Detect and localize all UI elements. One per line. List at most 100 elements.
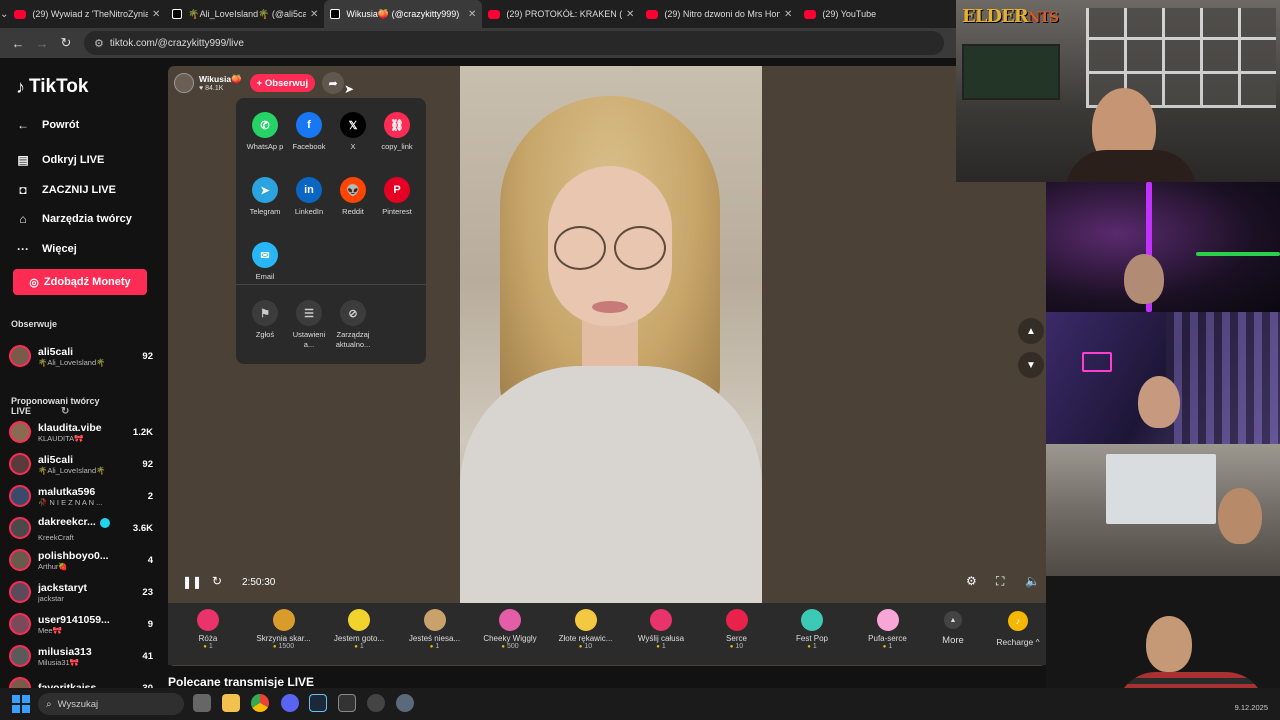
tab-search-icon[interactable]: ⌄ xyxy=(0,0,8,28)
live-video[interactable] xyxy=(460,66,762,603)
share-option[interactable]: ✆ WhatsAp p xyxy=(243,112,287,152)
chrome-icon[interactable] xyxy=(251,694,269,712)
user-list-item[interactable]: ali5cali 🌴Ali_LoveIsland🌴 92 xyxy=(9,448,153,480)
close-tab-icon[interactable]: ✕ xyxy=(152,9,160,20)
gift-more-button[interactable]: ▲ More xyxy=(938,611,968,646)
back-arrow-icon[interactable]: ← xyxy=(6,31,30,55)
sidebar-nav-item[interactable]: ← Powrót xyxy=(14,110,154,140)
next-live-icon[interactable]: ▼ xyxy=(1018,352,1044,378)
close-tab-icon[interactable]: ✕ xyxy=(784,9,792,20)
user-list-item[interactable]: jackstaryt jackstar 23 xyxy=(9,576,153,608)
recharge-button[interactable]: ♪ Recharge ^ xyxy=(993,611,1043,647)
browser-tab[interactable]: 🌴Ali_LoveIsland🌴 (@ali5cali) ✕ xyxy=(166,0,324,28)
gift-item[interactable]: Róża1 xyxy=(171,609,245,650)
settings-icon[interactable]: ⚙ xyxy=(966,574,977,588)
viewer-count: 41 xyxy=(142,650,153,662)
tiktok-note-icon: ♪ xyxy=(16,76,25,97)
file-explorer-icon[interactable] xyxy=(222,694,240,712)
get-coins-button[interactable]: ◎ Zdobądź Monety xyxy=(13,269,147,295)
user-list-item[interactable]: polishboyo0... Arthur🍓 4 xyxy=(9,544,153,576)
browser-tab[interactable]: (29) Wywiad z 'TheNitroZyniak' ✕ xyxy=(8,0,166,28)
avatar[interactable] xyxy=(9,645,31,667)
refresh-stream-icon[interactable]: ↻ xyxy=(212,574,222,588)
gift-item[interactable]: Pufa-serce1 xyxy=(851,609,925,650)
share-option[interactable]: 👽 Reddit xyxy=(331,177,375,217)
avatar[interactable] xyxy=(9,485,31,507)
share-option[interactable]: ✉ Email xyxy=(243,242,287,282)
share-option[interactable]: 𝕏X xyxy=(331,112,375,152)
gift-price: 1 xyxy=(171,643,245,650)
gift-item[interactable]: Serce10 xyxy=(700,609,774,650)
home-icon: ⌂ xyxy=(19,212,27,227)
browser-tab-title: (29) Wywiad z 'TheNitroZyniak' xyxy=(32,9,148,19)
avatar[interactable] xyxy=(9,581,31,603)
avatar[interactable] xyxy=(9,421,31,443)
share-option[interactable]: ⛓ copy_link xyxy=(375,112,419,152)
volume-icon[interactable]: 🔈 xyxy=(1025,574,1040,588)
user-list-item[interactable]: malutka596 🥀 N I E Z N A N ... 2 xyxy=(9,480,153,512)
avatar[interactable] xyxy=(9,453,31,475)
share-action[interactable]: ⚑ Zgłoś xyxy=(243,300,287,340)
gift-item[interactable]: Wyślij całusa1 xyxy=(624,609,698,650)
browser-tab[interactable]: (29) Nitro dzwoni do Mrs Hone ✕ xyxy=(640,0,798,28)
host-name[interactable]: Wikusia🍑 xyxy=(199,74,242,85)
close-tab-icon[interactable]: ✕ xyxy=(468,9,476,20)
taskbar-search[interactable]: ⌕ Wyszukaj xyxy=(38,693,184,715)
browser-tab[interactable]: (29) PROTOKÓŁ: KRAKEN (wpro ✕ xyxy=(482,0,640,28)
sidebar-nav-item[interactable]: ▤ Odkryj LIVE xyxy=(14,146,154,176)
forward-arrow-icon[interactable]: → xyxy=(30,31,54,55)
discord-icon[interactable] xyxy=(281,694,299,712)
user-list-item[interactable]: favoritkaiss 30 xyxy=(9,672,153,688)
previous-live-icon[interactable]: ▲ xyxy=(1018,318,1044,344)
close-tab-icon[interactable]: ✕ xyxy=(310,9,318,20)
gift-item[interactable]: Fest Pop1 xyxy=(775,609,849,650)
reload-icon[interactable]: ↻ xyxy=(54,31,78,55)
browser-tab[interactable]: (29) YouTube xyxy=(798,0,956,28)
avatar[interactable] xyxy=(9,613,31,635)
avatar[interactable] xyxy=(9,549,31,571)
user-list-item[interactable]: milusia313 Milusia31🎀 41 xyxy=(9,640,153,672)
user-list-item[interactable]: klaudita.vibe KLAUDITA🎀 1.2K xyxy=(9,416,153,448)
task-view-icon[interactable] xyxy=(193,694,211,712)
host-avatar[interactable] xyxy=(174,73,194,93)
user-list-item[interactable]: ali5cali 🌴Ali_LoveIsland🌴 92 xyxy=(9,340,153,372)
address-bar[interactable]: ⚙ tiktok.com/@crazykitty999/live xyxy=(84,31,944,55)
avatar[interactable] xyxy=(9,517,31,539)
gift-item[interactable]: Cheeky Wiggly500 xyxy=(473,609,547,650)
sidebar-nav-item[interactable]: ··· Więcej xyxy=(14,234,154,264)
site-info-icon[interactable]: ⚙ xyxy=(94,37,104,50)
xbox-icon[interactable] xyxy=(338,694,356,712)
avatar[interactable] xyxy=(9,677,31,688)
browser-tab[interactable]: Wikusia🍑 (@crazykitty999) ✕ xyxy=(324,0,483,28)
share-option[interactable]: in LinkedIn xyxy=(287,177,331,217)
coin-icon: ◎ xyxy=(29,276,39,289)
share-option[interactable]: P Pinterest xyxy=(375,177,419,217)
follow-button[interactable]: + Obserwuj xyxy=(249,74,316,92)
close-tab-icon[interactable]: ✕ xyxy=(626,9,634,20)
tiktok-logo[interactable]: ♪ TikTok xyxy=(16,76,88,98)
webcam-main: ELDERNTS xyxy=(956,0,1280,182)
windows-start-icon[interactable] xyxy=(12,695,30,713)
gift-item[interactable]: Skrzynia skar...1500 xyxy=(247,609,321,650)
avatar[interactable] xyxy=(9,345,31,367)
share-icon[interactable]: ➦ xyxy=(322,72,345,94)
gift-item[interactable]: Złote rękawic...10 xyxy=(549,609,623,650)
gift-item[interactable]: Jestem goto...1 xyxy=(322,609,396,650)
user-list-item[interactable]: user9141059... Mee🎀 9 xyxy=(9,608,153,640)
share-action[interactable]: ☰ Ustawieni a... xyxy=(287,300,331,350)
share-action[interactable]: ⊘ Zarządzaj aktualno... xyxy=(331,300,375,350)
fullscreen-icon[interactable]: ⛶ xyxy=(996,574,1004,589)
share-option[interactable]: ➤ Telegram xyxy=(243,177,287,217)
gift-item[interactable]: Jesteś niesa...1 xyxy=(398,609,472,650)
share-option[interactable]: f Facebook xyxy=(287,112,331,152)
host-likes: ♥ 84.1K xyxy=(199,85,224,92)
sidebar-nav-item[interactable]: ◘ ZACZNIJ LIVE xyxy=(14,175,154,205)
share-option-label: Facebook xyxy=(292,142,326,151)
steam-icon[interactable] xyxy=(309,694,327,712)
settings-gear-icon[interactable] xyxy=(396,694,414,712)
sidebar-nav-item[interactable]: ⌂ Narzędzia twórcy xyxy=(14,205,154,235)
user-list-item[interactable]: dakreekcr... KreekCraft 3.6K xyxy=(9,512,153,544)
live-player[interactable]: Wikusia🍑 ♥ 84.1K + Obserwuj ➦ ➤ ✆ WhatsAp… xyxy=(168,66,1046,666)
app-icon[interactable] xyxy=(367,694,385,712)
pause-icon[interactable]: ❚❚ xyxy=(182,575,202,589)
